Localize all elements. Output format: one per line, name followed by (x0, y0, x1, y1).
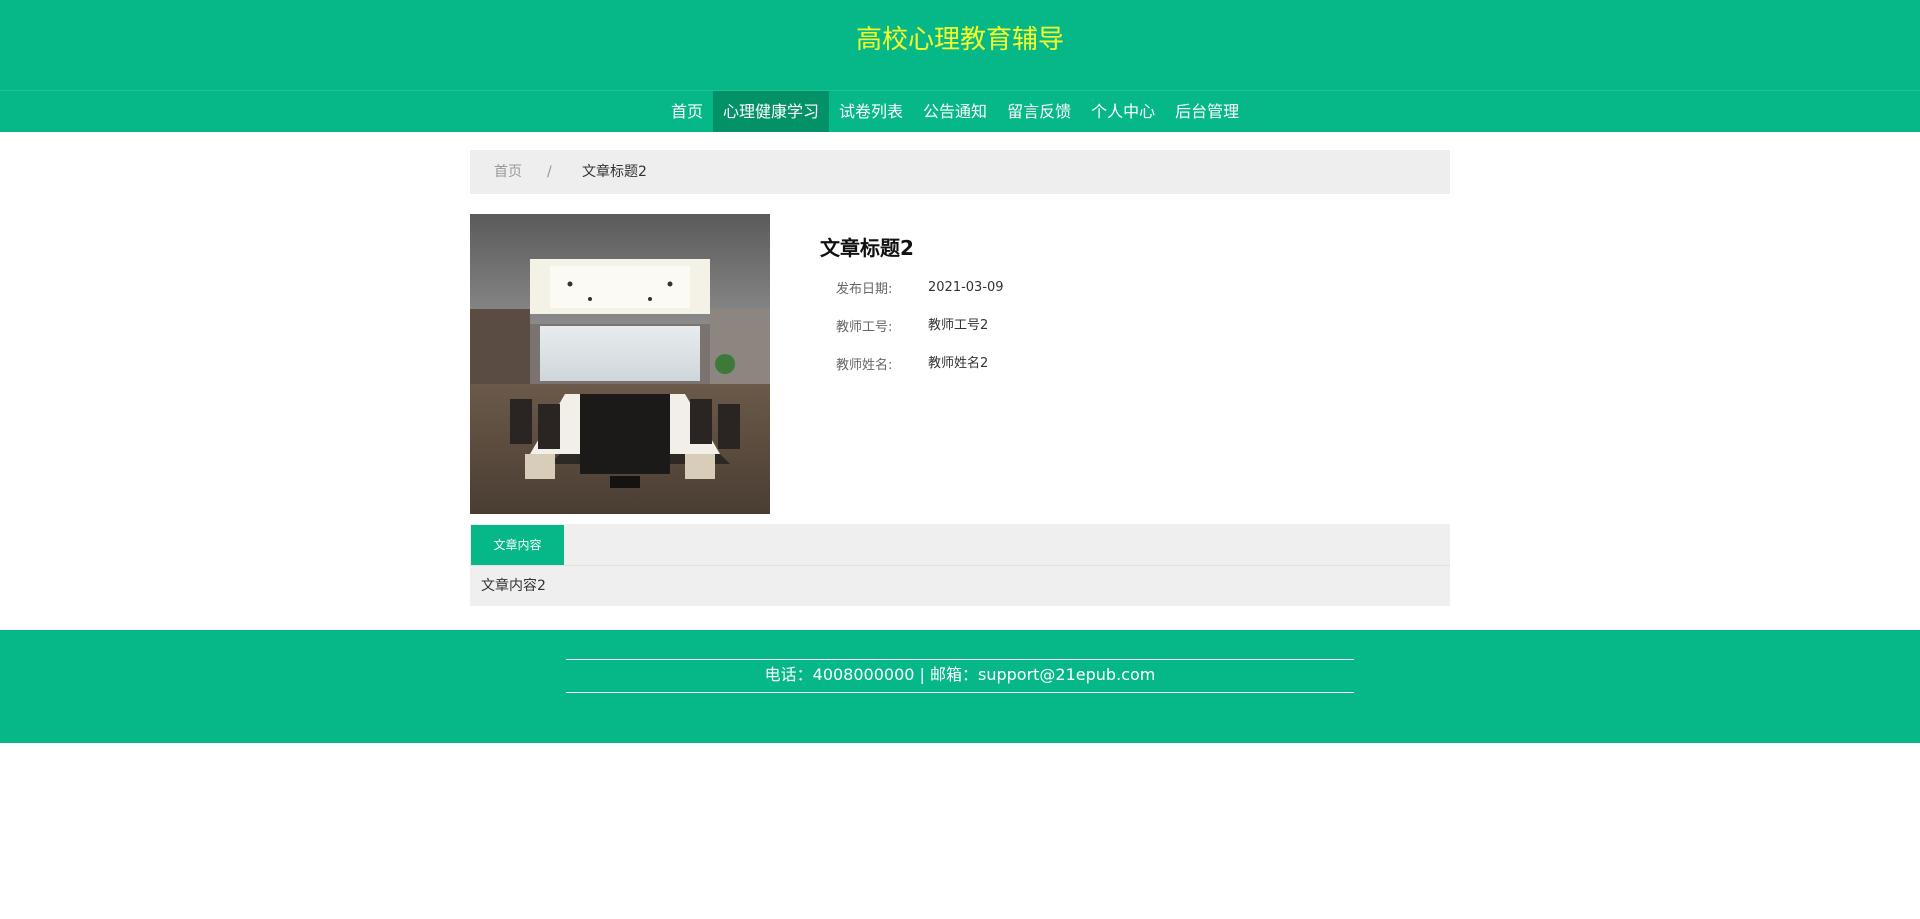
teacher-id-label: 教师工号: (836, 320, 893, 335)
tab-content-panel: 文章内容2 (470, 566, 1450, 606)
publish-date-label: 发布日期: (836, 282, 893, 297)
nav-item-home[interactable]: 首页 (661, 91, 713, 132)
footer-contact: 电话：4008000000 | 邮箱：support@21epub.com (764, 665, 1156, 684)
content-tab-bar: 文章内容 (470, 524, 1450, 566)
site-title: 高校心理教育辅导 (855, 25, 1064, 55)
site-footer: 电话：4008000000 | 邮箱：support@21epub.com (0, 630, 1920, 743)
teacher-name-value: 教师姓名2 (928, 356, 989, 371)
article-title: 文章标题2 (820, 236, 914, 260)
footer-divider-top (566, 659, 1354, 660)
tab-article-content[interactable]: 文章内容 (471, 525, 564, 565)
breadcrumb-home-link[interactable]: 首页 (494, 150, 522, 194)
article-image (470, 214, 770, 514)
nav-items: 首页 心理健康学习 试卷列表 公告通知 留言反馈 个人中心 后台管理 (661, 91, 1249, 132)
nav-item-profile[interactable]: 个人中心 (1081, 91, 1165, 132)
breadcrumb-current: 文章标题2 (582, 164, 647, 180)
breadcrumb-separator: / (547, 164, 552, 180)
nav-item-admin[interactable]: 后台管理 (1165, 91, 1249, 132)
teacher-id-value: 教师工号2 (928, 318, 989, 333)
breadcrumb: 首页 / 文章标题2 (470, 150, 1450, 194)
footer-divider-bottom (566, 692, 1354, 693)
nav-item-exam-list[interactable]: 试卷列表 (829, 91, 913, 132)
nav-item-announcements[interactable]: 公告通知 (913, 91, 997, 132)
conference-room-photo (470, 214, 770, 514)
nav-item-mental-health-learning[interactable]: 心理健康学习 (713, 91, 830, 132)
nav-item-feedback[interactable]: 留言反馈 (997, 91, 1081, 132)
article-content-text: 文章内容2 (481, 578, 546, 594)
teacher-name-label: 教师姓名: (836, 358, 893, 373)
main-nav: 首页 心理健康学习 试卷列表 公告通知 留言反馈 个人中心 后台管理 (0, 90, 1920, 132)
site-header: 高校心理教育辅导 (0, 0, 1920, 90)
publish-date-value: 2021-03-09 (928, 280, 1004, 295)
